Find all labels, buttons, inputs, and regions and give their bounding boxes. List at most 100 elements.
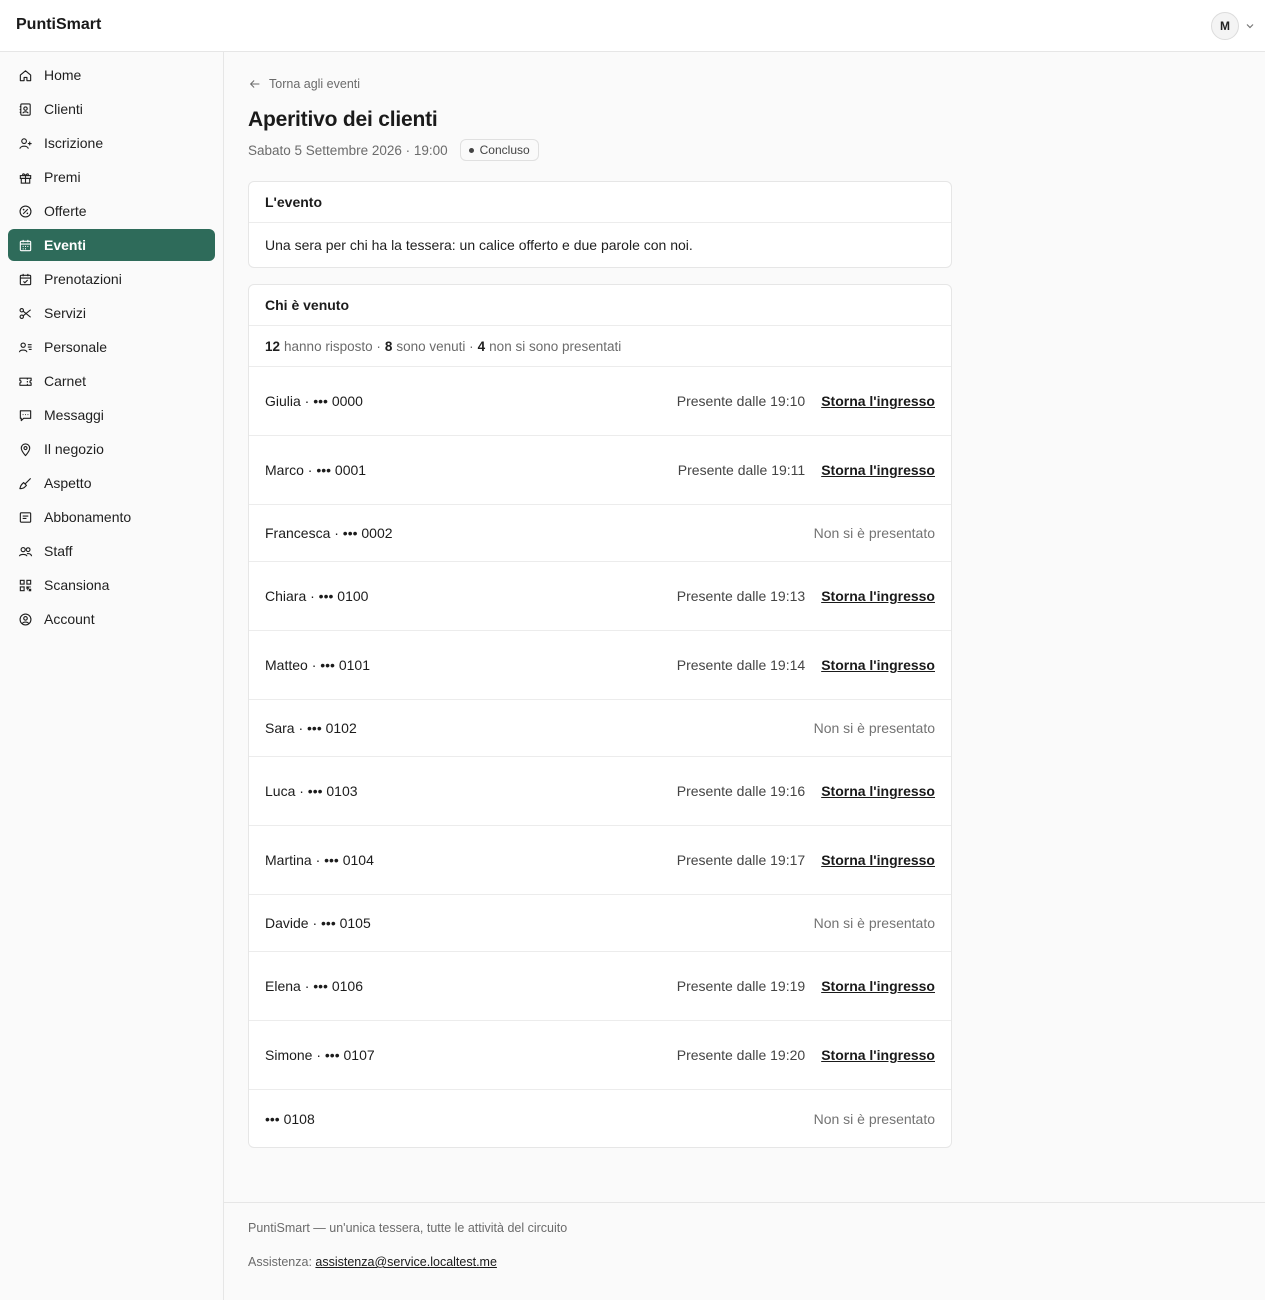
brush-icon	[19, 477, 32, 489]
came-label: sono venuti ·	[396, 338, 474, 354]
attendance-status: Presente dalle 19:11	[677, 462, 806, 478]
arrow-left-icon	[250, 80, 260, 88]
sidebar-item-label: Messaggi	[44, 407, 104, 423]
user-circle-icon	[19, 612, 32, 626]
main-content: Torna agli eventi Aperitivo dei clienti …	[224, 52, 1265, 1300]
sidebar-item-personale[interactable]: Personale	[8, 331, 215, 363]
undo-checkin-link[interactable]: Storna l'ingresso	[821, 1047, 935, 1063]
undo-checkin-link[interactable]: Storna l'ingresso	[821, 852, 935, 868]
attendance-status: Presente dalle 19:19	[676, 978, 806, 994]
undo-checkin-link[interactable]: Storna l'ingresso	[821, 657, 935, 673]
no-show-status: Non si è presentato	[813, 1110, 935, 1127]
sidebar-item-iscrizione[interactable]: Iscrizione	[8, 127, 215, 159]
attendee-row: Martina · ••• 0104 Presente dalle 19:17 St…	[249, 826, 951, 895]
app-brand[interactable]: PuntiSmart	[16, 16, 101, 34]
attendance-status: Presente dalle 19:17	[676, 852, 806, 868]
sidebar-item-label: Home	[44, 67, 82, 83]
sidebar-item-staff[interactable]: Staff	[8, 535, 215, 567]
attendee-status-group: Presente dalle 19:10 Storna l'ingresso	[677, 393, 935, 409]
sidebar-item-clienti[interactable]: Clienti	[8, 93, 215, 125]
card-heading: L'evento	[249, 182, 951, 223]
receipt-icon	[19, 511, 32, 523]
support-label: Assistenza:	[248, 1255, 312, 1269]
attendee-row: Matteo · ••• 0101 Presente dalle 19:14 Sto…	[249, 631, 951, 700]
status-badge-label: Concluso	[479, 143, 530, 157]
undo-checkin-link[interactable]: Storna l'ingresso	[821, 783, 935, 799]
status-dot-icon	[468, 147, 474, 153]
attendance-summary: 12 hanno risposto · 8 sono venuti · 4 non s…	[249, 326, 951, 367]
footer-tagline: PuntiSmart — un'unica tessera, tutte le …	[248, 1221, 568, 1235]
sidebar-item-label: Offerte	[44, 203, 87, 219]
attendance-status: Presente dalle 19:20	[676, 1047, 806, 1063]
sidebar-item-eventi[interactable]: Eventi	[8, 229, 215, 261]
attendee-name: Marco · ••• 0001	[265, 462, 367, 478]
sidebar-item-label: Il negozio	[44, 441, 104, 457]
sidebar-item-carnet[interactable]: Carnet	[8, 365, 215, 397]
no-show-status: Non si è presentato	[813, 720, 935, 736]
sidebar-item-label: Clienti	[44, 101, 83, 117]
sidebar-item-label: Abbonamento	[44, 509, 132, 525]
sidebar-item-label: Prenotazioni	[44, 271, 122, 287]
percent-badge-icon	[19, 204, 32, 218]
attendee-status-group: Presente dalle 19:16 Storna l'ingresso	[677, 783, 935, 799]
footer: PuntiSmart — un'unica tessera, tutte le …	[224, 1202, 1265, 1287]
sidebar-item-account[interactable]: Account	[8, 603, 215, 635]
undo-checkin-link[interactable]: Storna l'ingresso	[821, 462, 935, 478]
attendance-status: Presente dalle 19:10	[676, 393, 806, 409]
attendee-name: Chiara · ••• 0100	[265, 588, 369, 604]
attendee-status-group: Presente dalle 19:11 Storna l'ingresso	[678, 462, 935, 478]
footer-support: Assistenza: assistenza@service.localtest…	[248, 1255, 1241, 1269]
attendee-row: ••• 0108 Non si è presentato	[249, 1090, 951, 1147]
chevron-down-icon	[1246, 24, 1254, 29]
sidebar-item-il-negozio[interactable]: Il negozio	[8, 433, 215, 465]
attendee-status-group: Presente dalle 19:13 Storna l'ingresso	[677, 588, 935, 604]
gift-icon	[19, 172, 32, 184]
sidebar-item-messaggi[interactable]: Messaggi	[8, 399, 215, 431]
sidebar-item-servizi[interactable]: Servizi	[8, 297, 215, 329]
sidebar-item-label: Scansiona	[44, 577, 110, 593]
attendee-status-group: Presente dalle 19:17 Storna l'ingresso	[677, 852, 935, 868]
sidebar-item-home[interactable]: Home	[8, 59, 215, 91]
calendar-check-icon	[19, 273, 32, 285]
sidebar-item-offerte[interactable]: Offerte	[8, 195, 215, 227]
attendee-name: Matteo · ••• 0101	[265, 657, 370, 673]
users-icon	[18, 546, 33, 556]
no-show-status: Non si è presentato	[813, 525, 935, 541]
sidebar-item-aspetto[interactable]: Aspetto	[8, 467, 215, 499]
user-list-icon	[18, 341, 32, 352]
attendee-row: Marco · ••• 0001 Presente dalle 19:11 Stor…	[249, 436, 951, 505]
support-email-link[interactable]: assistenza@service.localtest.me	[315, 1255, 497, 1269]
ticket-icon	[19, 377, 32, 386]
sidebar: Home Clienti Iscrizione Premi Offerte Ev…	[0, 52, 224, 1300]
came-count: 8	[384, 338, 393, 354]
sidebar-item-abbonamento[interactable]: Abbonamento	[8, 501, 215, 533]
attendee-row: Simone · ••• 0107 Presente dalle 19:20 Sto…	[249, 1021, 951, 1090]
back-link[interactable]: Torna agli eventi	[248, 77, 360, 91]
event-meta: Sabato 5 Settembre 2026 · 19:00 Concluso	[248, 139, 1265, 161]
card-heading: Chi è venuto	[249, 285, 951, 326]
event-description: Una sera per chi ha la tessera: un calic…	[265, 237, 693, 253]
undo-checkin-link[interactable]: Storna l'ingresso	[821, 978, 935, 994]
attendee-name: Luca · ••• 0103	[265, 783, 358, 799]
attendee-name: Sara · ••• 0102	[265, 720, 357, 736]
attendee-row: Davide · ••• 0105 Non si è presentato	[249, 895, 951, 952]
sidebar-item-label: Staff	[44, 543, 73, 559]
no-show-status: Non si è presentato	[813, 915, 935, 931]
event-info-card: L'evento Una sera per chi ha la tessera:…	[248, 181, 952, 268]
undo-checkin-link[interactable]: Storna l'ingresso	[821, 588, 935, 604]
sidebar-item-label: Account	[44, 611, 95, 627]
attendee-row: Elena · ••• 0106 Presente dalle 19:19 Stor…	[249, 952, 951, 1021]
sidebar-item-scansiona[interactable]: Scansiona	[8, 569, 215, 601]
attendee-name: Elena · ••• 0106	[265, 978, 363, 994]
attendee-status-group: Non si è presentato	[814, 525, 935, 541]
page-title: Aperitivo dei clienti	[248, 108, 438, 131]
status-badge: Concluso	[459, 139, 539, 161]
attendee-row: Chiara · ••• 0100 Presente dalle 19:13 Sto…	[249, 562, 951, 631]
avatar[interactable]: M	[1211, 12, 1239, 40]
account-menu-button[interactable]: M	[1211, 12, 1255, 40]
noshow-label: non si sono presentati	[489, 338, 622, 354]
attendee-row: Sara · ••• 0102 Non si è presentato	[249, 700, 951, 757]
sidebar-item-prenotazioni[interactable]: Prenotazioni	[8, 263, 215, 295]
sidebar-item-premi[interactable]: Premi	[8, 161, 215, 193]
undo-checkin-link[interactable]: Storna l'ingresso	[821, 393, 935, 409]
